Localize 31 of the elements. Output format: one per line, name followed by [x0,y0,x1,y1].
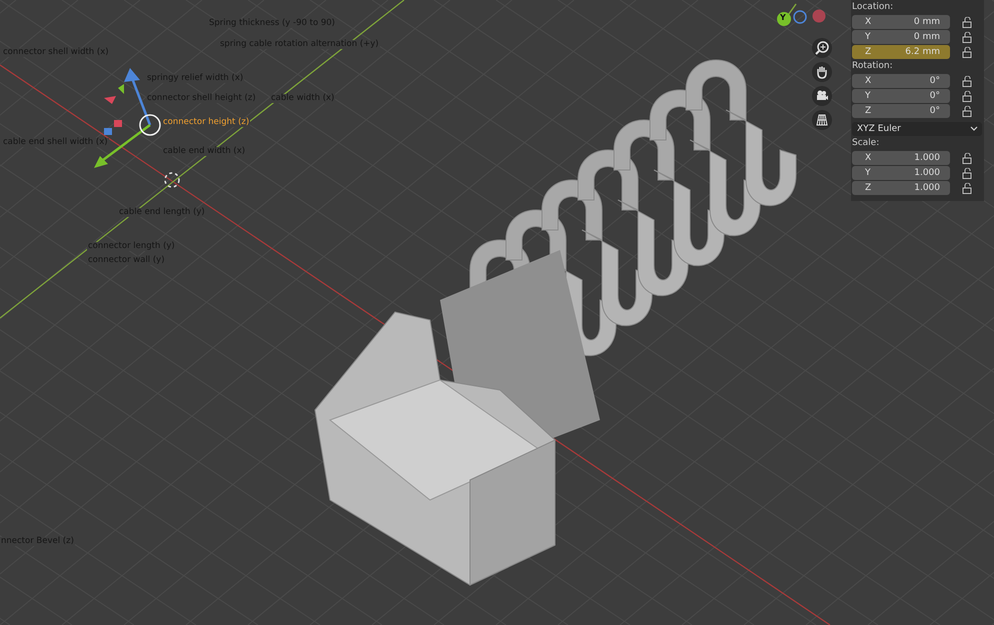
navigation-gizmo-drawing[interactable] [777,4,826,26]
lock-icon[interactable] [962,152,973,164]
number-field[interactable]: Y 0 mm [852,30,950,44]
number-field[interactable]: Y 1.000 [852,166,950,180]
lock-icon[interactable] [962,90,973,102]
number-field[interactable]: Y 0° [852,89,950,103]
axis-label: Y [780,13,786,22]
grid-icon[interactable] [812,110,832,130]
lock-icon[interactable] [962,76,973,86]
number-field[interactable]: Z 1.000 [852,181,950,195]
number-field[interactable]: X 0 mm [852,15,950,29]
zoom-icon[interactable] [812,38,832,58]
chevron-icon [970,126,978,132]
lock-icon[interactable] [962,16,973,28]
rotation-mode-dropdown[interactable]: XYZ Euler [852,122,982,136]
number-field[interactable]: Z 0° [852,104,950,118]
lock-icon[interactable] [962,106,973,116]
empty-label: connector height (z) [162,118,250,128]
section-title: Location: [852,1,894,14]
3d-cursor-icon [164,172,180,188]
section-title: Scale: [852,137,880,150]
number-field[interactable]: X 1.000 [852,151,950,165]
number-field[interactable]: X 0° [852,74,950,88]
camera-icon[interactable] [812,86,832,106]
hand-icon[interactable] [812,62,832,82]
lock-icon[interactable] [962,182,973,194]
lock-icon[interactable] [962,32,973,42]
section-title: Rotation: [852,60,894,73]
number-field[interactable]: Z 6.2 mm [852,45,950,59]
lock-icon[interactable] [962,168,973,178]
lock-icon[interactable] [962,46,973,58]
